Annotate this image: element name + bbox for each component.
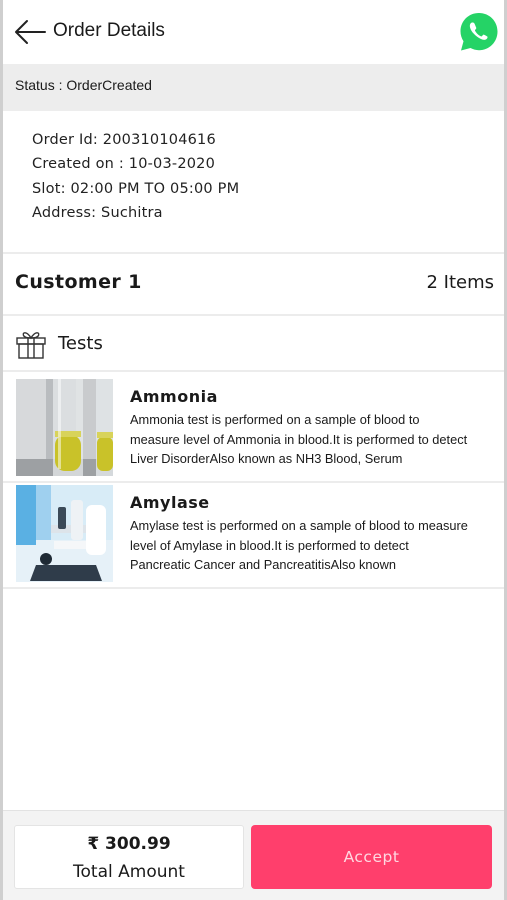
- order-id-row: Order Id: 200310104616: [32, 132, 216, 148]
- order-id-value: 200310104616: [102, 132, 216, 148]
- test-name: Amylase: [130, 493, 210, 512]
- whatsapp-icon[interactable]: [458, 11, 500, 53]
- created-on-value: 10-03-2020: [128, 156, 216, 172]
- order-info-panel: Order Id: 200310104616 Created on : 10-0…: [3, 111, 504, 254]
- customer-name: Customer 1: [15, 271, 142, 293]
- test-name: Ammonia: [130, 387, 218, 406]
- footer-bar: ₹ 300.99 Total Amount Accept: [3, 810, 504, 900]
- order-id-label: Order Id:: [32, 132, 98, 148]
- test-item-amylase[interactable]: Amylase Amylase test is performed on a s…: [3, 484, 504, 589]
- customer-item-count: 2 Items: [426, 272, 494, 293]
- total-amount-box: ₹ 300.99 Total Amount: [14, 825, 244, 889]
- created-on-label: Created on :: [32, 156, 124, 172]
- test-description: Amylase test is performed on a sample of…: [130, 518, 468, 572]
- slot-value: 02:00 PM TO 05:00 PM: [70, 181, 240, 197]
- status-bar: Status : OrderCreated: [3, 64, 504, 111]
- gift-icon: [16, 332, 46, 359]
- address-label: Address:: [32, 205, 97, 221]
- test-tube-image: [16, 379, 113, 476]
- test-description: Ammonia test is performed on a sample of…: [130, 412, 468, 466]
- order-status-text: Status : OrderCreated: [15, 77, 152, 93]
- page-title: Order Details: [53, 20, 165, 41]
- tests-header: Tests: [3, 316, 504, 372]
- accept-button[interactable]: Accept: [251, 825, 492, 889]
- address-value: Suchitra: [101, 205, 163, 221]
- header: Order Details: [3, 0, 504, 64]
- created-on-row: Created on : 10-03-2020: [32, 156, 215, 172]
- microscope-image: [16, 485, 113, 582]
- slot-label: Slot:: [32, 181, 66, 197]
- tests-heading: Tests: [58, 333, 103, 354]
- slot-row: Slot: 02:00 PM TO 05:00 PM: [32, 181, 239, 197]
- address-row: Address: Suchitra: [32, 205, 163, 221]
- total-amount-label: Total Amount: [73, 862, 185, 882]
- arrow-left-icon[interactable]: [13, 18, 47, 46]
- total-amount-value: ₹ 300.99: [87, 834, 171, 854]
- test-item-ammonia[interactable]: Ammonia Ammonia test is performed on a s…: [3, 378, 504, 483]
- customer-row: Customer 1 2 Items: [3, 254, 504, 316]
